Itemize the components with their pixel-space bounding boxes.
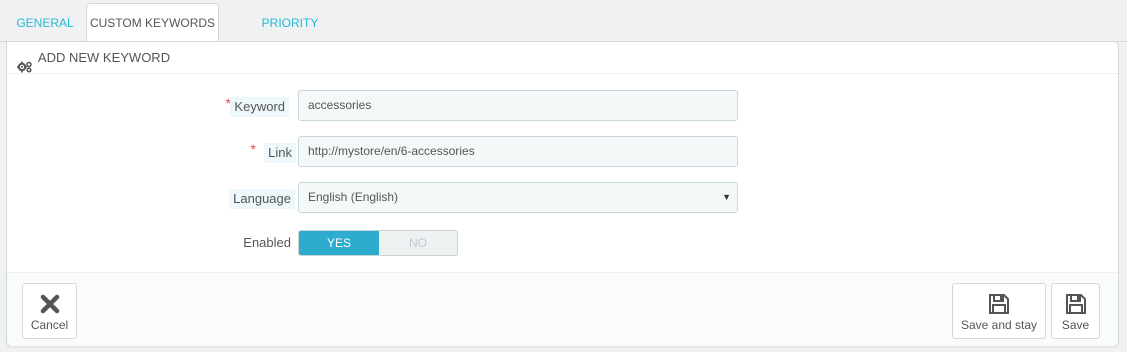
save-button[interactable]: Save <box>1051 283 1100 339</box>
floppy-icon <box>1064 292 1088 316</box>
enabled-no-option[interactable]: NO <box>379 231 457 255</box>
language-label: Language <box>229 189 295 209</box>
keyword-row: * Keyword accessories <box>7 90 1118 122</box>
save-and-stay-button[interactable]: Save and stay <box>952 283 1046 339</box>
keyword-label: Keyword <box>230 97 289 117</box>
keyword-form-panel: ADD NEW KEYWORD * Keyword accessories * … <box>6 41 1119 346</box>
required-marker: * <box>250 141 256 157</box>
gears-icon <box>17 53 33 73</box>
panel-heading: ADD NEW KEYWORD <box>7 42 1118 74</box>
tab-general[interactable]: GENERAL <box>8 4 82 42</box>
enabled-yes-option[interactable]: YES <box>299 231 379 255</box>
link-row: * Link http://mystore/en/6-accessories <box>7 136 1118 168</box>
link-input[interactable]: http://mystore/en/6-accessories <box>298 136 738 167</box>
close-icon <box>38 292 62 316</box>
panel-footer: Cancel Save and stay Save <box>7 272 1118 346</box>
language-row: Language English (English) ▼ <box>7 182 1118 214</box>
caret-down-icon: ▼ <box>722 192 731 202</box>
tab-custom-keywords[interactable]: CUSTOM KEYWORDS <box>86 3 219 42</box>
save-label: Save <box>1061 318 1090 332</box>
enabled-row: Enabled YES NO <box>7 230 1118 262</box>
cancel-button[interactable]: Cancel <box>22 283 77 339</box>
language-select-value: English (English) <box>308 190 399 204</box>
link-label: Link <box>264 143 296 163</box>
save-and-stay-label: Save and stay <box>960 318 1038 332</box>
tab-bar: GENERAL CUSTOM KEYWORDS PRIORITY KEYWORD… <box>0 0 1127 68</box>
keyword-input[interactable]: accessories <box>298 90 738 121</box>
language-select[interactable]: English (English) ▼ <box>298 182 738 213</box>
floppy-icon <box>987 292 1011 316</box>
enabled-switch[interactable]: YES NO <box>298 230 458 256</box>
panel-title: ADD NEW KEYWORD <box>37 50 171 65</box>
enabled-label: Enabled <box>243 235 291 250</box>
cancel-label: Cancel <box>30 318 69 332</box>
tab-priority-keywords[interactable]: PRIORITY KEYWORDS <box>226 4 354 68</box>
